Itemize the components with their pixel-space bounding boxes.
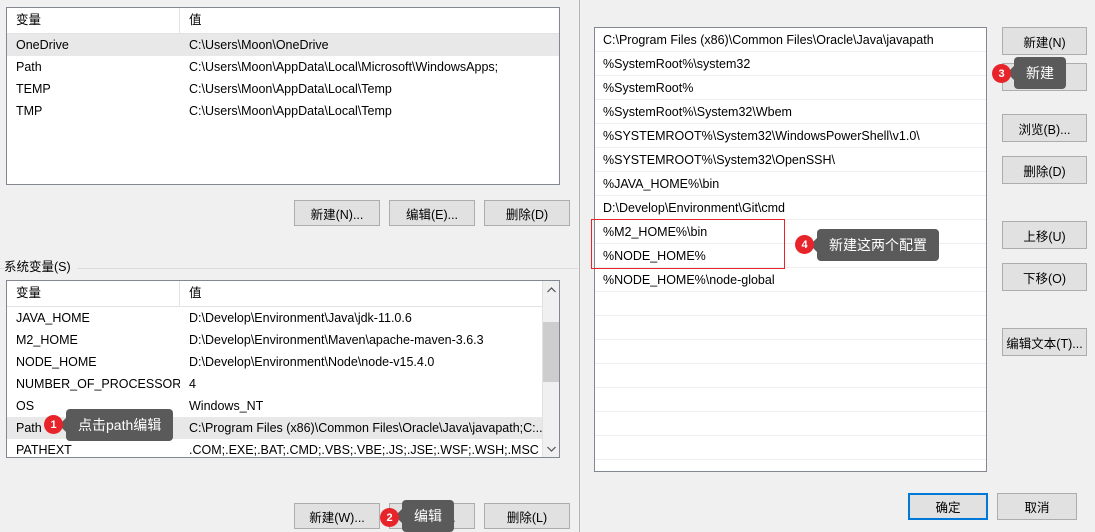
list-item[interactable] <box>595 460 986 471</box>
cell-variable: JAVA_HOME <box>16 311 90 325</box>
cell-value: C:\Users\Moon\AppData\Local\Microsoft\Wi… <box>189 60 499 74</box>
list-item[interactable]: %JAVA_HOME%\bin <box>595 172 986 196</box>
annotation-badge-3: 3 <box>992 64 1011 83</box>
cell-value: D:\Develop\Environment\Maven\apache-mave… <box>189 333 484 347</box>
scroll-down-arrow-icon[interactable] <box>543 440 559 457</box>
user-variables-dialog: 变量 值 OneDrive C:\Users\Moon\OneDrive Path C… <box>0 0 578 532</box>
list-item[interactable] <box>595 412 986 436</box>
system-delete-button[interactable]: 删除(L) <box>484 503 570 529</box>
column-header-value[interactable]: 值 <box>180 8 559 33</box>
cell-variable: TMP <box>16 104 43 118</box>
list-item[interactable] <box>595 364 986 388</box>
column-header-variable[interactable]: 变量 <box>7 8 180 33</box>
annotation-tooltip-4: 新建这两个配置 <box>810 229 939 261</box>
list-item[interactable] <box>595 436 986 460</box>
user-new-button[interactable]: 新建(N)... <box>294 200 380 226</box>
user-delete-button[interactable]: 删除(D) <box>484 200 570 226</box>
cell-value: C:\Program Files (x86)\Common Files\Orac… <box>189 421 547 435</box>
list-item[interactable] <box>595 292 986 316</box>
cancel-button[interactable]: 取消 <box>997 493 1077 520</box>
table-row[interactable]: NODE_HOME D:\Develop\Environment\Node\nod… <box>7 351 559 373</box>
list-item[interactable] <box>595 340 986 364</box>
cell-variable: OneDrive <box>16 38 69 52</box>
list-item[interactable]: %SYSTEMROOT%\System32\OpenSSH\ <box>595 148 986 172</box>
table-row[interactable]: M2_HOME D:\Develop\Environment\Maven\apac… <box>7 329 559 351</box>
cell-value: D:\Develop\Environment\Java\jdk-11.0.6 <box>189 311 412 325</box>
system-variables-group-label: 系统变量(S) <box>4 256 77 275</box>
cell-value: D:\Develop\Environment\Node\node-v15.4.0 <box>189 355 435 369</box>
user-variables-list[interactable]: 变量 值 OneDrive C:\Users\Moon\OneDrive Path C… <box>6 7 560 185</box>
table-row[interactable]: Path C:\Users\Moon\AppData\Local\Microsof… <box>7 56 559 78</box>
cell-value: 4 <box>189 377 196 391</box>
user-variables-header-row: 变量 值 <box>7 8 559 34</box>
annotation-tooltip-3: 新建 <box>1007 57 1066 89</box>
list-item[interactable]: D:\Develop\Environment\Git\cmd <box>595 196 986 220</box>
table-row[interactable]: JAVA_HOME D:\Develop\Environment\Java\jdk… <box>7 307 559 329</box>
cell-value: C:\Users\Moon\OneDrive <box>189 38 329 52</box>
scrollbar-track[interactable] <box>543 298 559 440</box>
user-variables-rows: OneDrive C:\Users\Moon\OneDrive Path C:\Use… <box>7 34 559 122</box>
annotation-tooltip-1: 点击path编辑 <box>58 409 174 441</box>
annotation-tooltip-2: 编辑 <box>395 500 454 532</box>
cell-variable: NODE_HOME <box>16 355 97 369</box>
scrollbar-thumb[interactable] <box>543 322 559 382</box>
column-header-variable[interactable]: 变量 <box>7 281 180 306</box>
cell-variable: NUMBER_OF_PROCESSORS <box>16 377 180 391</box>
table-row[interactable]: OneDrive C:\Users\Moon\OneDrive <box>7 34 559 56</box>
cell-value: .COM;.EXE;.BAT;.CMD;.VBS;.VBE;.JS;.JSE;.… <box>189 443 539 457</box>
annotation-badge-2: 2 <box>380 508 399 527</box>
path-browse-button[interactable]: 浏览(B)... <box>1002 114 1087 142</box>
list-item[interactable] <box>595 388 986 412</box>
annotation-badge-4: 4 <box>795 235 814 254</box>
user-edit-button[interactable]: 编辑(E)... <box>389 200 475 226</box>
list-item[interactable] <box>595 316 986 340</box>
annotation-badge-1: 1 <box>44 415 63 434</box>
list-item[interactable]: %NODE_HOME%\node-global <box>595 268 986 292</box>
system-variables-scrollbar[interactable] <box>542 281 559 457</box>
path-new-button[interactable]: 新建(N) <box>1002 27 1087 55</box>
table-row[interactable]: NUMBER_OF_PROCESSORS 4 <box>7 373 559 395</box>
list-item[interactable]: %SystemRoot% <box>595 76 986 100</box>
cell-variable: M2_HOME <box>16 333 78 347</box>
system-variables-group-divider <box>0 268 578 269</box>
list-item[interactable]: %SystemRoot%\system32 <box>595 52 986 76</box>
scroll-up-arrow-icon[interactable] <box>543 281 559 298</box>
path-move-up-button[interactable]: 上移(U) <box>1002 221 1087 249</box>
list-item[interactable]: %SYSTEMROOT%\System32\WindowsPowerShell\… <box>595 124 986 148</box>
cell-variable: TEMP <box>16 82 51 96</box>
column-header-value[interactable]: 值 <box>180 281 559 306</box>
path-delete-button[interactable]: 删除(D) <box>1002 156 1087 184</box>
cell-value: C:\Users\Moon\AppData\Local\Temp <box>189 104 392 118</box>
path-edit-text-button[interactable]: 编辑文本(T)... <box>1002 328 1087 356</box>
list-item[interactable]: C:\Program Files (x86)\Common Files\Orac… <box>595 28 986 52</box>
table-row[interactable]: TEMP C:\Users\Moon\AppData\Local\Temp <box>7 78 559 100</box>
system-variables-header-row: 变量 值 <box>7 281 559 307</box>
cell-value: Windows_NT <box>189 399 264 413</box>
cell-variable: PATHEXT <box>16 443 72 457</box>
table-row[interactable]: TMP C:\Users\Moon\AppData\Local\Temp <box>7 100 559 122</box>
path-move-down-button[interactable]: 下移(O) <box>1002 263 1087 291</box>
ok-button[interactable]: 确定 <box>908 493 988 520</box>
list-item[interactable]: %SystemRoot%\System32\Wbem <box>595 100 986 124</box>
system-new-button[interactable]: 新建(W)... <box>294 503 380 529</box>
cell-value: C:\Users\Moon\AppData\Local\Temp <box>189 82 392 96</box>
cell-variable: Path <box>16 60 42 74</box>
table-row[interactable]: PATHEXT .COM;.EXE;.BAT;.CMD;.VBS;.VBE;.JS… <box>7 439 559 457</box>
